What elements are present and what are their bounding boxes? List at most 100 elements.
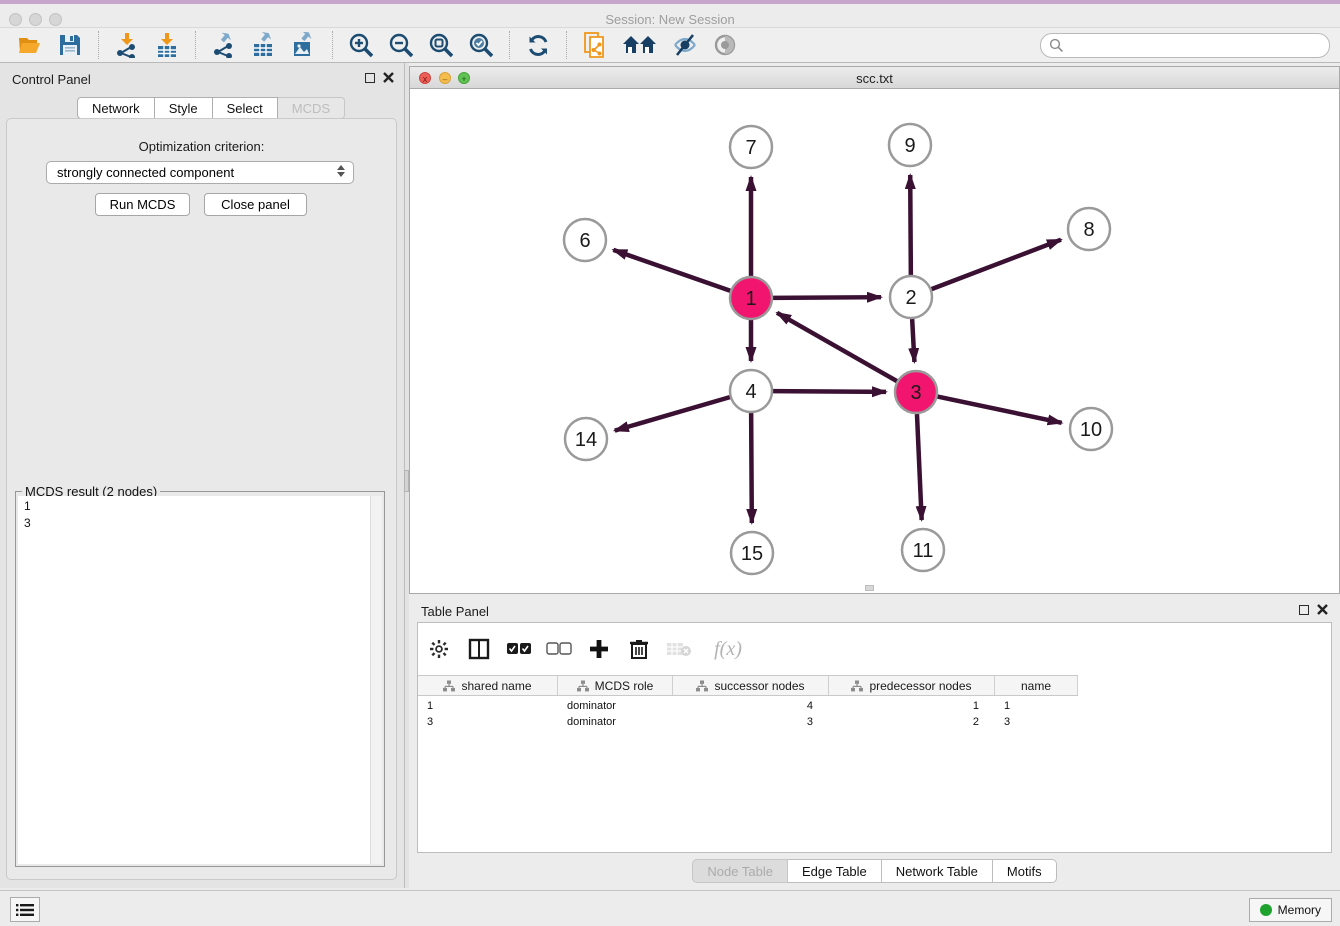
zoom-in-icon[interactable] [346,30,376,60]
export-image-icon[interactable] [289,30,319,60]
float-table-panel-icon[interactable] [1299,605,1309,615]
table-cell[interactable]: 1 [995,698,1078,714]
node-9[interactable]: 9 [889,124,931,166]
refresh-layout-icon[interactable] [523,30,553,60]
column-header[interactable]: predecessor nodes [829,676,995,695]
zoom-selected-icon[interactable] [466,30,496,60]
edge-3-11[interactable] [917,414,922,520]
hide-selected-icon[interactable] [670,30,700,60]
node-7[interactable]: 7 [730,126,772,168]
delete-column-icon[interactable] [626,636,652,662]
new-network-from-selection-icon[interactable] [580,30,610,60]
node-4[interactable]: 4 [730,370,772,412]
node-1[interactable]: 1 [730,277,772,319]
table-cell[interactable]: 4 [673,698,829,714]
search-input[interactable] [1064,39,1329,53]
first-neighbors-icon[interactable] [620,30,660,60]
edge-4-14[interactable] [615,397,730,430]
tab-network[interactable]: Network [77,97,155,119]
edge-3-1[interactable] [777,313,897,381]
gear-icon[interactable] [426,636,452,662]
network-window-titlebar[interactable]: x – + scc.txt [410,67,1339,89]
toolbar-separator [332,31,333,59]
add-column-icon[interactable] [586,636,612,662]
edge-2-9[interactable] [910,175,911,275]
edge-1-2[interactable] [773,297,881,298]
table-row[interactable]: 1dominator411 [418,698,1331,714]
mcds-result-text[interactable]: 1 3 [18,496,370,864]
table-row[interactable]: 3dominator323 [418,714,1331,730]
node-15[interactable]: 15 [731,532,773,574]
split-panel-icon[interactable] [466,636,492,662]
deselect-all-icon[interactable] [546,636,572,662]
hierarchy-icon [851,680,863,692]
node-6[interactable]: 6 [564,219,606,261]
hierarchy-icon [577,680,589,692]
edge-2-3[interactable] [912,319,914,362]
column-header[interactable]: successor nodes [673,676,829,695]
function-builder-icon[interactable]: f(x) [706,636,750,662]
svg-text:10: 10 [1080,419,1102,441]
edge-2-8[interactable] [932,240,1061,289]
table-cell[interactable]: dominator [558,714,673,730]
criterion-value: strongly connected component [57,165,234,180]
network-graph[interactable]: 7 9 6 8 1 2 4 3 14 10 15 11 [410,89,1339,593]
edge-4-15[interactable] [751,413,752,523]
network-canvas[interactable]: 7 9 6 8 1 2 4 3 14 10 15 11 [410,89,1339,593]
tab-style[interactable]: Style [155,97,213,119]
svg-text:6: 6 [579,230,590,252]
export-network-icon[interactable] [209,30,239,60]
table-cell[interactable]: 1 [829,698,995,714]
node-table-body: 1dominator4113dominator323 [418,698,1331,730]
column-header-label: name [1021,679,1051,693]
table-cell[interactable]: 3 [418,714,558,730]
table-cell[interactable]: 3 [995,714,1078,730]
column-header[interactable]: name [995,676,1078,695]
node-14[interactable]: 14 [565,418,607,460]
table-cell[interactable]: 2 [829,714,995,730]
memory-button[interactable]: Memory [1249,898,1332,922]
run-mcds-button[interactable]: Run MCDS [95,193,190,216]
tab-motifs[interactable]: Motifs [993,859,1057,883]
edge-4-3[interactable] [773,391,886,392]
zoom-fit-icon[interactable] [426,30,456,60]
show-all-icon[interactable] [710,30,740,60]
column-header-label: predecessor nodes [869,679,971,693]
table-cell[interactable]: dominator [558,698,673,714]
network-view-window: x – + scc.txt 7 9 6 8 1 2 4 3 14 10 15 11 [409,66,1340,594]
delete-table-icon[interactable] [666,636,692,662]
tab-network-table[interactable]: Network Table [882,859,993,883]
tab-mcds[interactable]: MCDS [278,97,345,119]
column-header-label: successor nodes [714,679,804,693]
svg-text:14: 14 [575,429,597,451]
column-header[interactable]: shared name [418,676,558,695]
save-session-icon[interactable] [55,30,85,60]
node-11[interactable]: 11 [902,529,944,571]
node-8[interactable]: 8 [1068,208,1110,250]
open-session-icon[interactable] [15,30,45,60]
mcds-result-scrollbar[interactable] [370,496,382,864]
zoom-out-icon[interactable] [386,30,416,60]
close-table-panel-icon[interactable] [1317,604,1328,615]
close-panel-icon[interactable] [383,72,394,83]
import-network-icon[interactable] [112,30,142,60]
node-2[interactable]: 2 [890,276,932,318]
network-canvas-grip[interactable] [865,585,874,591]
tab-select[interactable]: Select [213,97,278,119]
node-3[interactable]: 3 [895,371,937,413]
import-table-icon[interactable] [152,30,182,60]
task-history-button[interactable] [10,897,40,922]
column-header[interactable]: MCDS role [558,676,673,695]
node-10[interactable]: 10 [1070,408,1112,450]
tab-node-table[interactable]: Node Table [692,859,788,883]
select-all-icon[interactable] [506,636,532,662]
edge-1-6[interactable] [613,250,730,291]
criterion-select[interactable]: strongly connected component [46,161,354,184]
edge-3-10[interactable] [938,397,1062,423]
table-cell[interactable]: 3 [673,714,829,730]
float-panel-icon[interactable] [365,73,375,83]
table-cell[interactable]: 1 [418,698,558,714]
close-panel-button[interactable]: Close panel [204,193,307,216]
export-table-icon[interactable] [249,30,279,60]
tab-edge-table[interactable]: Edge Table [788,859,882,883]
